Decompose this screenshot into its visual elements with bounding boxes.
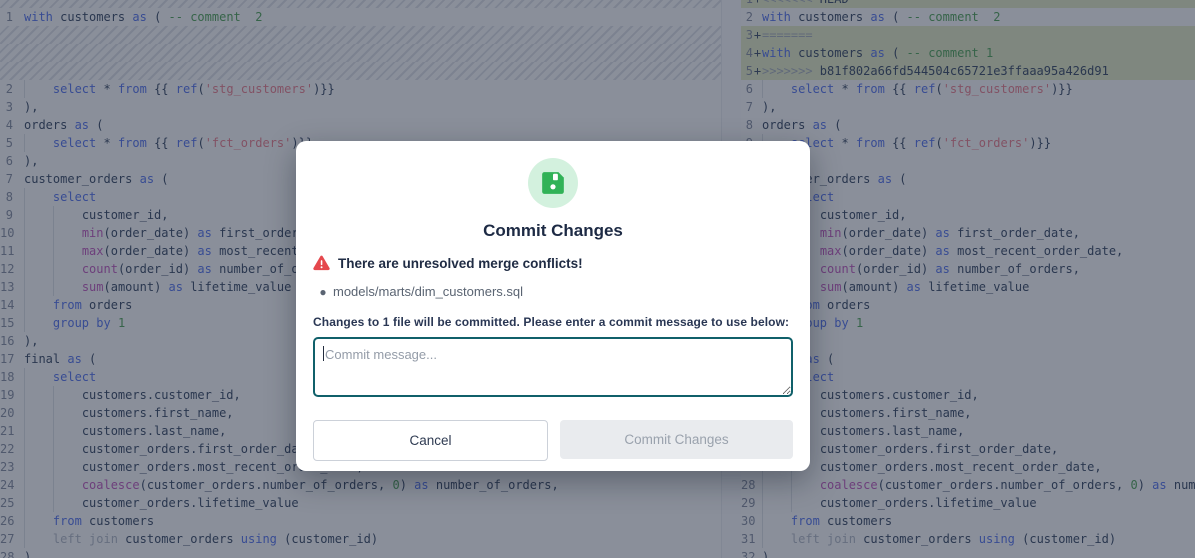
cancel-button[interactable]: Cancel (313, 420, 548, 461)
commit-changes-modal: Commit Changes There are unresolved merg… (296, 141, 810, 471)
conflicted-file-path: models/marts/dim_customers.sql (333, 284, 523, 299)
save-floppy-icon (540, 170, 566, 196)
commit-changes-button[interactable]: Commit Changes (560, 420, 793, 459)
text-caret (323, 346, 324, 361)
merge-conflict-warning: There are unresolved merge conflicts! (313, 255, 793, 271)
commit-message-input[interactable] (313, 337, 793, 397)
modal-title: Commit Changes (313, 221, 793, 241)
commit-instruction: Changes to 1 file will be committed. Ple… (313, 315, 793, 329)
warning-text: There are unresolved merge conflicts! (338, 256, 583, 271)
bullet-icon: ● (313, 285, 333, 299)
save-icon-circle (528, 158, 578, 208)
conflicted-file-item: ● models/marts/dim_customers.sql (313, 284, 793, 299)
warning-triangle-icon (313, 255, 330, 271)
